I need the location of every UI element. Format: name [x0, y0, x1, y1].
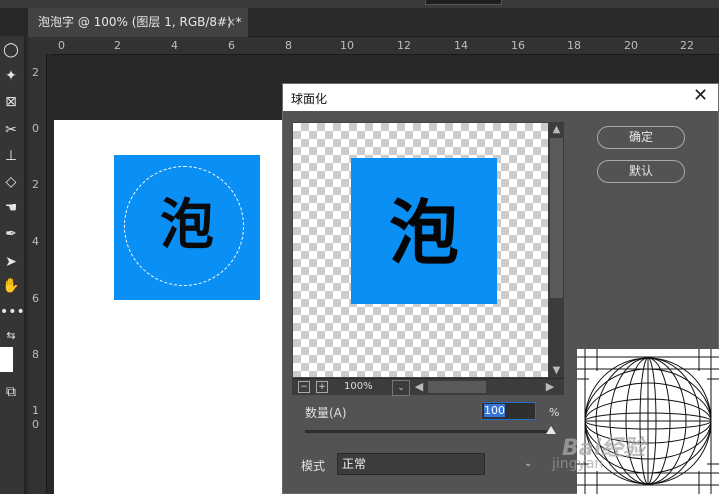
amount-label: 数量(A)	[305, 406, 347, 420]
ruler-label: 8	[32, 348, 39, 361]
ruler-label: 2	[114, 39, 121, 52]
mode-select[interactable]: 正常 ⌄	[337, 453, 532, 475]
lasso-ellipse-icon[interactable]: ◯	[0, 40, 22, 60]
ruler-label: 10	[340, 39, 354, 52]
ruler-label: 8	[285, 39, 292, 52]
ruler-label: 4	[32, 235, 39, 248]
ruler-label: 16	[511, 39, 525, 52]
stamp-icon[interactable]: ⊥	[0, 146, 22, 166]
scroll-left-icon[interactable]: ◀	[412, 379, 426, 395]
preview-zoom-bar: − + 100% ⌄ ◀ ▶	[292, 378, 564, 396]
ruler-label: 0	[32, 122, 39, 135]
hand-icon[interactable]: ✋	[0, 276, 22, 296]
watermark-sub: jingyan	[552, 456, 604, 472]
more-icon[interactable]: •••	[0, 302, 25, 322]
ruler-label: 2	[32, 178, 39, 191]
scroll-down-icon[interactable]: ▼	[549, 364, 564, 378]
ruler-label: 22	[680, 39, 694, 52]
options-bar	[0, 0, 719, 8]
options-field[interactable]	[425, 0, 502, 5]
ruler-label: 20	[624, 39, 638, 52]
ruler-label: 14	[454, 39, 468, 52]
ruler-left: 2 0 2 4 6 8 1 0	[28, 54, 47, 494]
ellipse-selection	[124, 166, 244, 286]
document-tab[interactable]: 泡泡字 @ 100% (图层 1, RGB/8#) * ×	[28, 8, 248, 37]
eraser-icon[interactable]: ◇	[0, 172, 22, 192]
tools-panel: ◯ ✦ ⊠ ✂ ⊥ ◇ ☚ ✒ ➤ ✋ ••• ⇆ ⧉	[0, 36, 25, 494]
ruler-label: 6	[32, 292, 39, 305]
scroll-right-icon[interactable]: ▶	[543, 379, 557, 395]
ruler-label: 0	[32, 418, 39, 431]
ruler-corner	[28, 37, 52, 54]
chevron-down-icon: ⌄	[524, 458, 533, 469]
ruler-label: 2	[32, 66, 39, 79]
spherize-dialog: 球面化 ✕ 泡 ▲ ▼ − + 100% ⌄ ◀ ▶ 确定 默认 数量(A) 1…	[282, 83, 719, 494]
amount-unit: %	[549, 406, 560, 419]
dialog-title: 球面化	[291, 92, 328, 106]
ruler-label: 6	[228, 39, 235, 52]
document-tab-title: 泡泡字 @ 100% (图层 1, RGB/8#) *	[38, 15, 242, 29]
mode-label: 模式	[301, 459, 326, 473]
horizontal-scroll-thumb[interactable]	[428, 381, 486, 393]
magic-wand-icon[interactable]: ✦	[0, 66, 22, 86]
sphere-grid-icon	[577, 349, 719, 494]
preview-glyph: 泡	[389, 192, 459, 274]
zoom-out-icon[interactable]: −	[298, 381, 310, 393]
scroll-up-icon[interactable]: ▲	[549, 123, 564, 137]
healing-icon[interactable]: ✂	[0, 120, 22, 140]
pen-icon[interactable]: ✒	[0, 224, 22, 244]
ruler-label: 4	[171, 39, 178, 52]
ruler-top: 0 2 4 6 8 10 12 14 16 18 20 22	[52, 37, 719, 55]
swap-colors-icon[interactable]: ⇆	[0, 326, 22, 346]
ok-button[interactable]: 确定	[597, 126, 685, 149]
close-icon[interactable]: ✕	[693, 86, 708, 106]
ruler-label: 0	[58, 39, 65, 52]
foreground-color-swatch[interactable]	[0, 347, 13, 372]
amount-slider-track[interactable]	[305, 430, 551, 433]
dialog-titlebar[interactable]: 球面化 ✕	[283, 84, 718, 111]
crop-frame-icon[interactable]: ⊠	[0, 92, 22, 112]
zoom-in-icon[interactable]: +	[316, 381, 328, 393]
smudge-icon[interactable]: ☚	[0, 198, 22, 218]
ruler-label: 12	[397, 39, 411, 52]
amount-value: 100	[484, 404, 505, 417]
path-select-icon[interactable]: ➤	[0, 252, 22, 272]
filter-preview[interactable]: 泡	[292, 122, 549, 378]
amount-slider-knob[interactable]	[546, 426, 556, 434]
amount-input[interactable]: 100	[481, 402, 536, 420]
screen-mode-icon[interactable]: ⧉	[0, 382, 22, 402]
ruler-label: 18	[567, 39, 581, 52]
zoom-dropdown-icon[interactable]: ⌄	[392, 380, 410, 396]
reset-button[interactable]: 默认	[597, 160, 685, 183]
preview-vertical-scrollbar[interactable]: ▲ ▼	[549, 122, 564, 378]
ruler-label: 1	[32, 404, 39, 417]
sphere-grid-preview	[577, 349, 719, 494]
mode-value: 正常	[342, 457, 367, 471]
close-tab-icon[interactable]: ×	[226, 8, 236, 37]
scroll-thumb[interactable]	[550, 138, 563, 298]
